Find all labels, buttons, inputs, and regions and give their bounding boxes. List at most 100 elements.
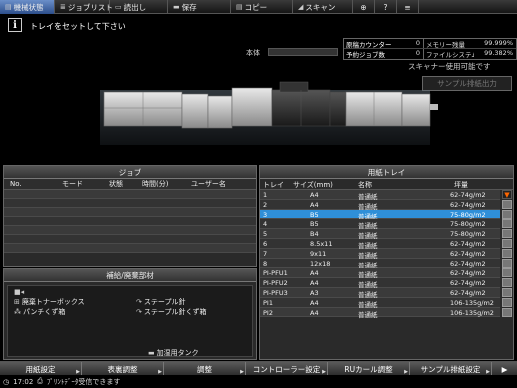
tray-row[interactable]: PI2 A4 普通紙 106-135g/m2 xyxy=(260,307,512,319)
tray-size: A4 xyxy=(310,269,319,278)
tray-weight: 62-74g/m2 xyxy=(450,249,486,258)
counter-row: 原稿カウンター 0 メモリー残量 99.999% xyxy=(344,39,516,49)
job-row[interactable] xyxy=(4,190,256,199)
tray-size: A4 xyxy=(310,298,319,307)
top-tab-bar: ▤ 機械状態 ≣ ジョブリスト ▭ 読出し ▬ 保存 ▤ コピー ◢ スキャン ⊕? ≡ xyxy=(0,0,517,14)
bottom-button-0[interactable]: 用紙設定 ▶ xyxy=(0,362,82,376)
column-mode: モード xyxy=(62,180,83,188)
printer-icon: ⎙ xyxy=(37,377,43,385)
tray-number: PI1 xyxy=(263,298,273,307)
job-table-header: No. モード 状態 時間(分) ユーザー名 xyxy=(4,179,256,190)
tray-indicator xyxy=(502,229,512,239)
tray-indicator xyxy=(502,268,512,278)
tray-row[interactable]: 5 B4 普通紙 75-80g/m2 xyxy=(260,229,512,240)
job-row[interactable] xyxy=(4,244,256,253)
tray-row[interactable]: 3 B5 普通紙 75-80g/m2 xyxy=(260,209,512,221)
tray-weight: 62-74g/m2 xyxy=(450,239,486,248)
tray-indicator xyxy=(502,258,512,268)
menu-icon[interactable]: ≡ xyxy=(397,0,419,14)
job-row[interactable] xyxy=(4,217,256,226)
tray-size: 8.5x11 xyxy=(310,239,333,248)
tray-number: 7 xyxy=(263,249,268,258)
column-size: サイズ(mm) xyxy=(293,181,333,189)
staple-waste-icon: ↷ xyxy=(136,308,142,316)
consumables-panel: 補給/廃棄部材 ■◂ ⊞ 廃棄トナーボックス ⁂ パンチくず箱 ↷ ステープル針… xyxy=(3,268,257,360)
tray-number: PI-PFU1 xyxy=(263,269,288,278)
consumable-item: ⊞ 廃棄トナーボックス xyxy=(14,298,85,306)
consumable-item: ↷ ステープル針くず箱 xyxy=(136,308,207,316)
bottom-button-4[interactable]: RUカール調整 ▶ xyxy=(328,362,410,376)
tray-size: 12x18 xyxy=(310,259,331,268)
tray-row[interactable]: PI-PFU1 A4 普通紙 62-74g/m2 xyxy=(260,268,512,279)
tray-size: A4 xyxy=(310,308,319,317)
tray-weight: 62-74g/m2 xyxy=(450,279,486,288)
tray-size: B5 xyxy=(310,220,319,229)
consumable-item: ↷ ステープル針 xyxy=(136,298,186,306)
tray-size: B4 xyxy=(310,230,319,239)
tray-weight: 62-74g/m2 xyxy=(450,259,486,268)
scan-icon: ◢ xyxy=(298,3,304,11)
tab-list[interactable]: ≣ ジョブリスト xyxy=(55,0,113,14)
tray-number: PI2 xyxy=(263,308,273,317)
tray-row[interactable]: 4 B5 普通紙 75-80g/m2 xyxy=(260,219,512,230)
bottom-button-5[interactable]: サンプル排紙設定 ▶ xyxy=(410,362,492,376)
tray-row[interactable]: 6 8.5x11 普通紙 62-74g/m2 xyxy=(260,238,512,250)
folder-icon: ▭ xyxy=(115,3,122,11)
message-area: i トレイをセットして下さい xyxy=(0,14,517,38)
tray-paper-name: 普通紙 xyxy=(358,310,378,319)
bottom-button-1[interactable]: 表裏調整 ▶ xyxy=(82,362,164,376)
tray-weight: 75-80g/m2 xyxy=(450,230,486,239)
job-row[interactable] xyxy=(4,226,256,235)
tray-weight: 62-74g/m2 xyxy=(450,269,486,278)
paper-tray-panel: 用紙トレイ トレイ サイズ(mm) 名称 坪量 1 A4 普通紙 62-74g/m2 ▼… xyxy=(259,165,514,360)
tray-weight: 62-74g/m2 xyxy=(450,191,486,199)
job-row[interactable] xyxy=(4,199,256,208)
status-message: トレイをセットして下さい xyxy=(30,22,126,31)
tray-indicator xyxy=(502,287,512,297)
tray-row[interactable]: PI1 A4 普通紙 106-135g/m2 xyxy=(260,297,512,309)
status-text: ﾌﾟﾘﾝﾄﾃﾞｰﾀ受信できます xyxy=(46,377,121,386)
column-tray: トレイ xyxy=(263,181,284,189)
status-time: 17:02 xyxy=(13,377,34,386)
tray-row[interactable]: 7 9x11 普通紙 62-74g/m2 xyxy=(260,248,512,260)
tray-row[interactable]: PI-PFU3 A3 普通紙 62-74g/m2 xyxy=(260,287,512,299)
body-status-bar xyxy=(268,48,338,56)
tray-table-header: トレイ サイズ(mm) 名称 坪量 xyxy=(260,179,513,190)
globe-icon[interactable]: ⊕ xyxy=(353,0,375,14)
job-row[interactable] xyxy=(4,208,256,217)
tab-save[interactable]: ▬ 保存 xyxy=(168,0,231,14)
tray-panel-title: 用紙トレイ xyxy=(260,166,513,179)
clock-icon: ◷ xyxy=(3,377,10,386)
tray-row[interactable]: 1 A4 普通紙 62-74g/m2 ▼ xyxy=(260,190,512,201)
tray-number: 3 xyxy=(263,210,268,219)
tab-scan[interactable]: ◢ スキャン xyxy=(293,0,353,14)
video-icon: ■◂ xyxy=(14,288,25,296)
staple-icon: ↷ xyxy=(136,298,142,306)
info-icon: i xyxy=(8,18,22,32)
bottom-button-3[interactable]: コントローラー設定 ▶ xyxy=(246,362,328,376)
column-user: ユーザー名 xyxy=(191,180,226,188)
tray-number: PI-PFU3 xyxy=(263,288,288,297)
bottom-button-2[interactable]: 調整 ▶ xyxy=(164,362,246,376)
list-icon: ≣ xyxy=(60,3,66,11)
help-icon[interactable]: ? xyxy=(375,0,397,14)
job-row[interactable] xyxy=(4,235,256,244)
tray-indicator xyxy=(502,307,512,317)
bottom-button-bar: 用紙設定 ▶ 表裏調整 ▶ 調整 ▶ コントローラー設定 ▶ RUカール調整 ▶ サンプル排紙設定 ▶… xyxy=(0,361,517,376)
tab-machine[interactable]: ▤ 機械状態 xyxy=(0,0,55,14)
tray-row[interactable]: 2 A4 普通紙 62-74g/m2 xyxy=(260,199,512,211)
tray-number: 5 xyxy=(263,230,268,239)
tray-indicator xyxy=(502,297,512,307)
tray-size: B5 xyxy=(310,210,319,219)
column-time: 時間(分) xyxy=(142,180,169,188)
next-page-button[interactable]: ▶ xyxy=(492,362,517,376)
tray-indicator xyxy=(502,199,512,209)
tray-indicator xyxy=(502,248,512,258)
tab-folder[interactable]: ▭ 読出し xyxy=(110,0,168,14)
tray-row[interactable]: 8 12x18 普通紙 62-74g/m2 xyxy=(260,258,512,270)
tray-size: A4 xyxy=(310,191,319,199)
copy-icon: ▤ xyxy=(236,3,243,11)
tab-copy[interactable]: ▤ コピー xyxy=(231,0,293,14)
tray-weight: 106-135g/m2 xyxy=(450,308,494,317)
tray-row[interactable]: PI-PFU2 A4 普通紙 62-74g/m2 xyxy=(260,278,512,289)
